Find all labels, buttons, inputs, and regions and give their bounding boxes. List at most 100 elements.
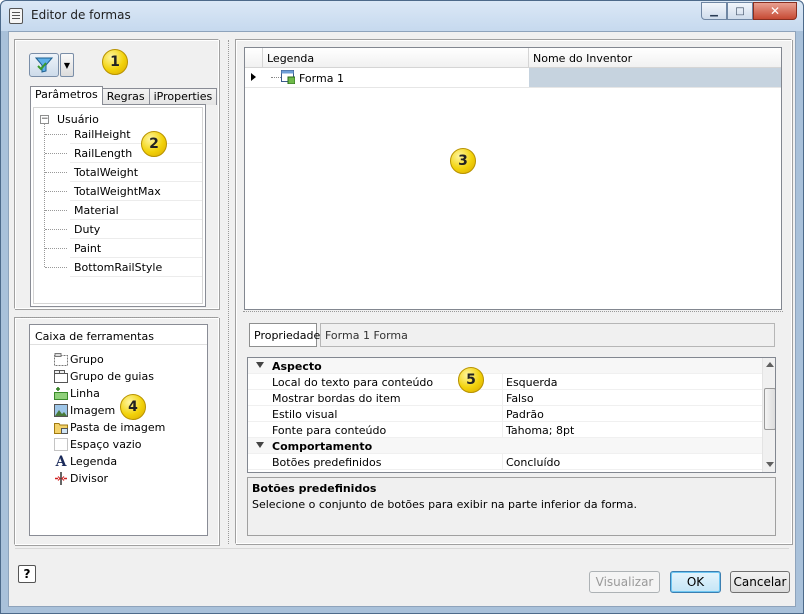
vertical-splitter[interactable] [228,40,233,544]
tab-group-icon [54,370,68,384]
minimize-button[interactable]: ▁ [701,2,727,20]
table-row[interactable]: Forma 1 [245,68,781,88]
property-row[interactable]: Estilo visual Padrão [248,406,762,422]
tool-label: Pasta de imagem [70,421,166,434]
property-name: Estilo visual [272,408,338,421]
tree-tick [45,248,67,249]
category-comportamento[interactable]: Comportamento [248,438,762,454]
column-header-nome-inventor[interactable]: Nome do Inventor [529,48,781,68]
collapse-icon[interactable]: − [40,115,49,124]
tool-label: Legenda [70,455,118,468]
row-header-column [245,48,263,68]
close-button[interactable]: ✕ [753,2,797,20]
title-bar[interactable]: Editor de formas ▁ □ ✕ [1,1,803,31]
vertical-scrollbar[interactable] [762,358,775,472]
collapse-triangle-icon[interactable] [256,442,264,448]
tool-divisor[interactable]: Divisor [54,470,108,487]
property-row[interactable]: Local do texto para conteúdo Esquerda [248,374,762,390]
tool-label: Divisor [70,472,109,485]
left-splitter[interactable] [21,317,217,318]
divider [502,406,503,422]
image-icon [54,404,68,418]
help-button[interactable]: ? [18,565,36,583]
grid-header: Legenda Nome do Inventor [245,48,781,68]
minimize-icon: ▁ [710,5,718,17]
help-icon: ? [23,567,31,581]
tool-imagem[interactable]: Imagem [54,402,115,419]
property-value[interactable]: Esquerda [506,376,557,389]
form-editor-icon [9,8,23,24]
footer-divider [15,548,789,549]
tree-item-bottomrailstyle[interactable]: BottomRailStyle [70,258,202,277]
dialog-body: ▼ 1 Parâmetros Regras iProperties − Usuá… [8,31,796,607]
tree-tick [45,267,67,268]
column-header-legenda[interactable]: Legenda [263,48,529,68]
tool-espaco-vazio[interactable]: Espaço vazio [54,436,142,453]
scroll-thumb[interactable] [764,388,775,430]
tool-grupo-de-guias[interactable]: Grupo de guias [54,368,154,385]
form-layout-grid: Legenda Nome do Inventor Forma 1 [244,47,782,310]
help-title: Botões predefinidos [252,482,377,495]
scroll-down-icon[interactable] [766,462,774,467]
property-value[interactable]: Padrão [506,408,544,421]
filter-dropdown-button[interactable]: ▼ [60,53,74,77]
property-name: Fonte para conteúdo [272,424,387,437]
tool-pasta-de-imagem[interactable]: Pasta de imagem [54,419,165,436]
tree-connector [44,122,45,267]
property-row[interactable]: Fonte para conteúdo Tahoma; 8pt [248,422,762,438]
parameter-tree: − Usuário RailHeight RailLength TotalWei… [30,104,206,307]
cancel-button[interactable]: Cancelar [730,571,790,593]
current-row-icon [251,73,256,81]
callout-badge-4: 4 [120,394,146,420]
toolbox-title: Caixa de ferramentas [30,325,207,345]
tree-item-raillength[interactable]: RailLength [70,144,202,163]
filter-icon [35,57,53,73]
help-description: Selecione o conjunto de botões para exib… [252,498,637,511]
row-icon [54,387,68,401]
preview-button[interactable]: Visualizar [589,571,660,593]
empty-space-icon [54,438,68,452]
tree-item-totalweightmax[interactable]: TotalWeightMax [70,182,202,201]
inventor-name-cell[interactable] [529,68,781,87]
tree-item-duty[interactable]: Duty [70,220,202,239]
divider [502,374,503,390]
tree-tick [45,210,67,211]
property-row[interactable]: Botões predefinidos Concluído [248,454,762,470]
property-row[interactable]: Mostrar bordas do item Falso [248,390,762,406]
tool-linha[interactable]: Linha [54,385,100,402]
maximize-button[interactable]: □ [727,2,753,20]
category-label: Comportamento [272,440,373,453]
scroll-up-icon[interactable] [766,362,774,367]
property-value[interactable]: Falso [506,392,534,405]
tree-item-totalweight[interactable]: TotalWeight [70,163,202,182]
tool-legenda[interactable]: A Legenda [54,453,118,470]
property-value[interactable]: Tahoma; 8pt [506,424,574,437]
tab-regras[interactable]: Regras [101,88,150,105]
tree-item-material[interactable]: Material [70,201,202,220]
filter-button[interactable] [29,53,59,77]
maximize-icon: □ [735,5,745,17]
tool-label: Imagem [70,404,116,417]
tab-parametros[interactable]: Parâmetros [30,86,103,105]
property-object-field: Forma 1 Forma [320,323,775,347]
ok-button[interactable]: OK [670,571,721,593]
property-header: Propriedade Forma 1 Forma [249,323,775,347]
group-icon [54,353,68,367]
tree-item-paint[interactable]: Paint [70,239,202,258]
tree-item-railheight[interactable]: RailHeight [70,125,202,144]
property-label: Propriedade [249,323,320,347]
right-splitter[interactable] [243,311,783,312]
row-label-forma-1: Forma 1 [299,72,344,85]
collapse-triangle-icon[interactable] [256,362,264,368]
category-aspecto[interactable]: Aspecto [248,358,762,374]
divider [502,422,503,438]
tree-tick [45,229,67,230]
callout-badge-2: 2 [141,131,167,157]
tree-tick [45,134,67,135]
tab-iproperties[interactable]: iProperties [148,88,218,105]
chevron-down-icon: ▼ [63,60,71,70]
parameter-tabs: Parâmetros Regras iProperties [30,86,218,105]
tool-grupo[interactable]: Grupo [54,351,104,368]
property-value[interactable]: Concluído [506,456,560,469]
divider [502,454,503,470]
